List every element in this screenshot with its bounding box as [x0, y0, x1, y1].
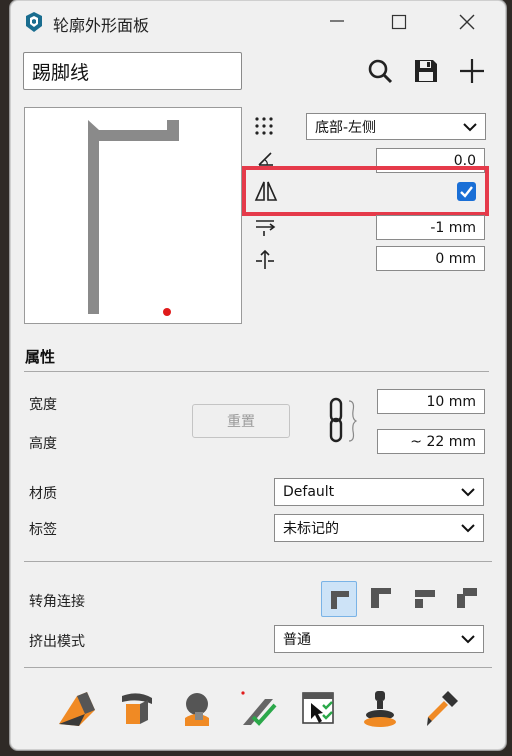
eyedropper-tool-icon[interactable]	[424, 689, 460, 729]
tag-label: 标签	[29, 522, 57, 538]
material-select-value: Default	[283, 484, 335, 500]
chevron-down-icon	[463, 122, 477, 131]
extrude-profile-tool-icon[interactable]	[57, 690, 97, 728]
material-select[interactable]: Default	[274, 478, 484, 506]
corner-inner-icon	[331, 591, 349, 609]
minimize-button[interactable]	[329, 13, 345, 29]
search-icon[interactable]	[367, 58, 393, 84]
link-icon[interactable]	[327, 397, 357, 445]
mirror-row-highlight	[242, 166, 489, 216]
maximize-button[interactable]	[391, 14, 407, 30]
profile-shape	[88, 120, 179, 314]
origin-marker	[163, 308, 171, 316]
horizontal-offset-input[interactable]: -1 mm	[376, 215, 485, 240]
checkmark-icon	[460, 186, 473, 198]
select-object-tool-icon[interactable]	[301, 691, 337, 727]
anchor-grid-icon	[254, 116, 274, 136]
join-divider	[24, 561, 492, 562]
corner-join-option-4[interactable]	[455, 586, 481, 612]
chevron-down-icon	[461, 488, 475, 497]
profile-panel-window: 轮廓外形面板 踢脚线 底部-左侧 0.0 -1 mm 0 mm 属性 宽度 高度…	[10, 0, 506, 750]
chevron-down-icon	[461, 635, 475, 644]
profile-name-input[interactable]: 踢脚线	[23, 52, 242, 90]
tag-select-value: 未标记的	[283, 521, 339, 537]
chevron-down-icon	[461, 524, 475, 533]
width-label: 宽度	[29, 397, 57, 413]
extrude-mode-select[interactable]: 普通	[274, 625, 484, 653]
mirror-checkbox[interactable]	[457, 182, 476, 201]
width-input[interactable]: 10 mm	[377, 389, 485, 414]
stamp-tool-icon[interactable]	[362, 689, 398, 729]
profile-preview	[24, 107, 242, 324]
height-input[interactable]: ~ 22 mm	[377, 429, 485, 454]
app-logo-icon	[23, 11, 45, 33]
properties-heading: 属性	[25, 348, 56, 366]
window-title: 轮廓外形面板	[53, 16, 150, 35]
mirror-icon	[254, 180, 278, 202]
anchor-select-value: 底部-左侧	[315, 119, 377, 136]
anchor-select[interactable]: 底部-左侧	[306, 113, 486, 140]
corner-join-option-1[interactable]	[321, 581, 357, 617]
vertical-offset-input[interactable]: 0 mm	[376, 246, 485, 271]
follow-path-tool-icon[interactable]	[118, 690, 156, 728]
corner-join-option-3[interactable]	[413, 586, 439, 612]
revolve-tool-icon[interactable]	[181, 690, 217, 728]
height-label: 高度	[29, 436, 57, 452]
edit-path-tool-icon[interactable]	[239, 689, 279, 729]
corner-join-option-2[interactable]	[369, 586, 395, 612]
material-label: 材质	[29, 486, 57, 502]
horizontal-offset-icon	[254, 217, 276, 237]
extrude-mode-select-value: 普通	[283, 632, 311, 648]
save-icon[interactable]	[413, 58, 439, 84]
reset-button[interactable]: 重置	[192, 404, 290, 438]
tag-select[interactable]: 未标记的	[274, 514, 484, 542]
properties-divider	[24, 371, 489, 372]
angle-icon	[257, 151, 275, 167]
extrude-mode-label: 挤出模式	[29, 634, 85, 650]
add-icon[interactable]	[459, 58, 485, 84]
bottom-divider	[24, 667, 492, 668]
close-button[interactable]	[458, 13, 476, 31]
vertical-offset-icon	[254, 249, 276, 271]
corner-join-label: 转角连接	[29, 594, 85, 610]
